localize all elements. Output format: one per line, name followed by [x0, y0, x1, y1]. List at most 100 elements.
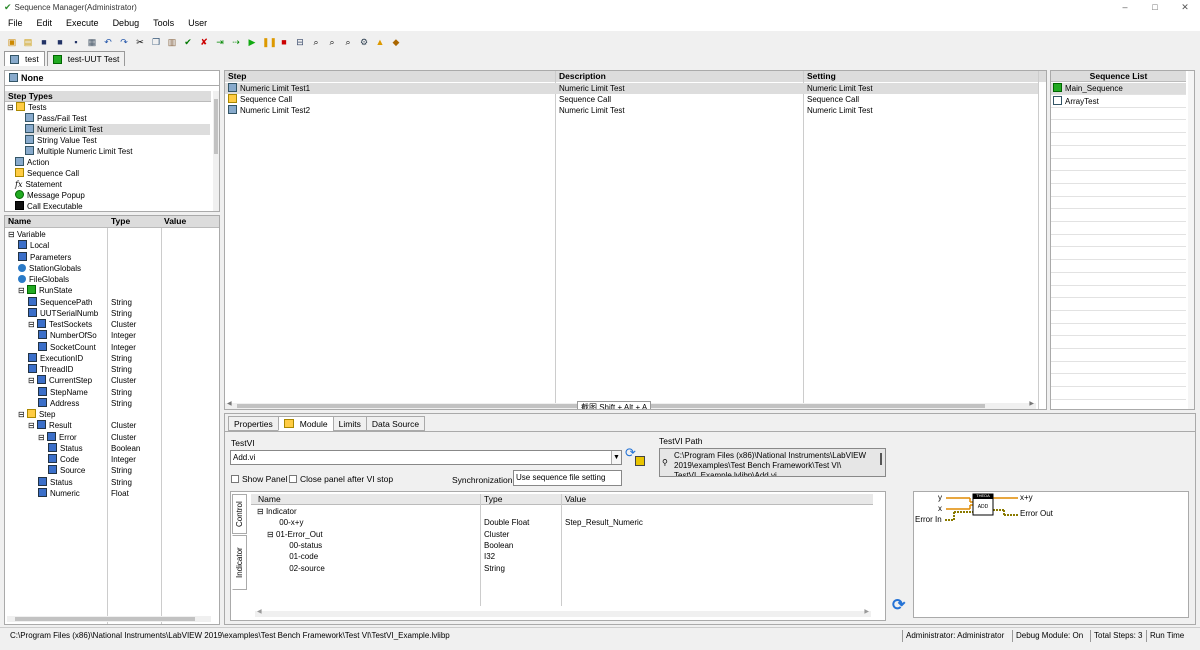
- show-panel-checkbox[interactable]: Show Panel: [231, 474, 287, 484]
- close-button[interactable]: ✕: [1170, 0, 1200, 15]
- col-value[interactable]: Value: [164, 216, 186, 227]
- io-row[interactable]: 00-status Boolean: [251, 540, 871, 551]
- menu-edit[interactable]: Edit: [37, 18, 53, 28]
- redo-icon[interactable]: ↷: [118, 36, 130, 48]
- variable-row[interactable]: ExecutionID String: [5, 352, 205, 364]
- io-row[interactable]: 00-x+y Double Float Step_Result_Numeric: [251, 517, 871, 528]
- undo-icon[interactable]: ↶: [102, 36, 114, 48]
- print-icon[interactable]: ▦: [86, 36, 98, 48]
- search-icon[interactable]: ⌕: [310, 36, 322, 48]
- variable-row[interactable]: Status Boolean: [5, 442, 205, 454]
- col-name[interactable]: Name: [8, 216, 31, 227]
- tree-item-sequence-call[interactable]: Sequence Call: [15, 168, 79, 179]
- variable-row[interactable]: FileGlobals: [5, 274, 205, 285]
- browse-vi-icon[interactable]: [635, 456, 645, 466]
- tree-item-string-value[interactable]: String Value Test: [25, 135, 97, 146]
- variable-row[interactable]: Local: [5, 240, 205, 251]
- variable-row[interactable]: Code Integer: [5, 454, 205, 465]
- minimize-button[interactable]: –: [1110, 0, 1140, 15]
- refresh-io-icon[interactable]: ⟳: [892, 595, 905, 615]
- find-next-icon[interactable]: ⌕: [342, 36, 354, 48]
- sequence-item-main[interactable]: Main_Sequence: [1051, 83, 1186, 94]
- variable-row[interactable]: ⊟ Error Cluster: [5, 431, 205, 443]
- chevron-down-icon[interactable]: ▼: [611, 451, 621, 464]
- open-icon[interactable]: ▤: [22, 36, 34, 48]
- step-row[interactable]: Numeric Limit Test2 Numeric Limit Test N…: [225, 105, 1038, 116]
- testvi-input[interactable]: Add.vi ▼: [230, 450, 622, 465]
- collapse-icon[interactable]: ⊟: [38, 433, 45, 442]
- variable-row[interactable]: StationGlobals: [5, 263, 205, 274]
- variable-row[interactable]: ⊟ Step: [5, 409, 205, 420]
- variable-row[interactable]: Status String: [5, 476, 205, 488]
- tab-test[interactable]: test: [4, 51, 45, 66]
- save-all-icon[interactable]: ■: [54, 36, 66, 48]
- col-type[interactable]: Type: [484, 494, 502, 505]
- col-value[interactable]: Value: [565, 494, 586, 505]
- maximize-button[interactable]: □: [1140, 0, 1170, 15]
- collapse-icon[interactable]: ⊟: [28, 376, 35, 385]
- variable-row[interactable]: StepName String: [5, 386, 205, 398]
- variable-row[interactable]: SequencePath String: [5, 296, 205, 308]
- variable-row[interactable]: NumberOfSo Integer: [5, 330, 205, 341]
- tree-item-tests[interactable]: ⊟ Tests: [7, 102, 47, 113]
- io-row[interactable]: ⊟ 01-Error_Out Cluster: [251, 529, 871, 540]
- collapse-icon[interactable]: ⊟: [257, 507, 264, 516]
- check-step-icon[interactable]: ✔: [182, 36, 194, 48]
- variable-row[interactable]: SocketCount Integer: [5, 341, 205, 353]
- menu-tools[interactable]: Tools: [153, 18, 174, 28]
- step-over-icon[interactable]: ⇢: [230, 36, 242, 48]
- tab-module[interactable]: Module: [277, 416, 334, 431]
- variable-row[interactable]: UUTSerialNumb String: [5, 307, 205, 319]
- col-name[interactable]: Name: [258, 494, 281, 505]
- check-error-icon[interactable]: ✘: [198, 36, 210, 48]
- col-setting[interactable]: Setting: [807, 71, 836, 82]
- terminate-icon[interactable]: ⊟: [294, 36, 306, 48]
- stop-icon[interactable]: ■: [278, 36, 290, 48]
- collapse-icon[interactable]: ⊟: [28, 421, 35, 430]
- sequence-item-array[interactable]: ArrayTest: [1051, 96, 1186, 107]
- col-description[interactable]: Description: [559, 71, 606, 82]
- save-icon[interactable]: ■: [38, 36, 50, 48]
- side-tab-control[interactable]: Control: [232, 494, 247, 534]
- breakpoint-icon[interactable]: ⚙: [358, 36, 370, 48]
- io-row[interactable]: 01-code I32: [251, 551, 871, 562]
- side-tab-indicator[interactable]: Indicator: [232, 535, 247, 590]
- sync-select[interactable]: Use sequence file setting: [513, 470, 622, 486]
- tree-item-pass-fail[interactable]: Pass/Fail Test: [25, 113, 87, 124]
- tab-data-source[interactable]: Data Source: [365, 416, 426, 431]
- none-row[interactable]: None: [5, 71, 219, 86]
- new-icon[interactable]: ▣: [6, 36, 18, 48]
- tab-properties[interactable]: Properties: [228, 416, 279, 431]
- variable-row[interactable]: Source String: [5, 465, 205, 476]
- variable-row[interactable]: ⊟ Result Cluster: [5, 420, 205, 431]
- scroll-right-icon[interactable]: ▶: [1029, 400, 1034, 407]
- io-row[interactable]: 02-source String: [251, 563, 871, 574]
- collapse-icon[interactable]: ⊟: [8, 230, 15, 239]
- tab-test-uut[interactable]: test-UUT Test: [46, 51, 126, 66]
- sequence-list-scrollbar[interactable]: [1188, 71, 1194, 409]
- tree-item-action[interactable]: Action: [15, 157, 49, 168]
- step-row[interactable]: Sequence Call Sequence Call Sequence Cal…: [225, 94, 1038, 105]
- variable-row[interactable]: Parameters: [5, 251, 205, 263]
- variable-row[interactable]: ⊟ CurrentStep Cluster: [5, 375, 205, 386]
- menu-debug[interactable]: Debug: [113, 18, 140, 28]
- tree-item-message-popup[interactable]: Message Popup: [15, 190, 85, 201]
- tree-item-statement[interactable]: fx Statement: [15, 179, 62, 190]
- scroll-left-icon[interactable]: ◀: [227, 400, 232, 407]
- zoom-icon[interactable]: ⌕: [326, 36, 338, 48]
- tree-item-call-executable[interactable]: Call Executable: [15, 201, 83, 211]
- io-hscroll[interactable]: ◀ ▶: [255, 609, 871, 617]
- help-icon[interactable]: ◆: [390, 36, 402, 48]
- cut-icon[interactable]: ✂: [134, 36, 146, 48]
- paste-icon[interactable]: ▥: [166, 36, 178, 48]
- tree-item-numeric-limit[interactable]: Numeric Limit Test: [25, 124, 210, 135]
- collapse-icon[interactable]: ⊟: [267, 530, 274, 539]
- menu-file[interactable]: File: [8, 18, 23, 28]
- menu-execute[interactable]: Execute: [66, 18, 99, 28]
- collapse-icon[interactable]: ⊟: [18, 286, 25, 295]
- close-panel-checkbox[interactable]: Close panel after VI stop: [289, 474, 393, 484]
- menu-user[interactable]: User: [188, 18, 207, 28]
- col-step[interactable]: Step: [228, 71, 246, 82]
- variable-row[interactable]: Numeric Float: [5, 487, 205, 499]
- tree-item-multi-numeric[interactable]: Multiple Numeric Limit Test: [25, 146, 132, 157]
